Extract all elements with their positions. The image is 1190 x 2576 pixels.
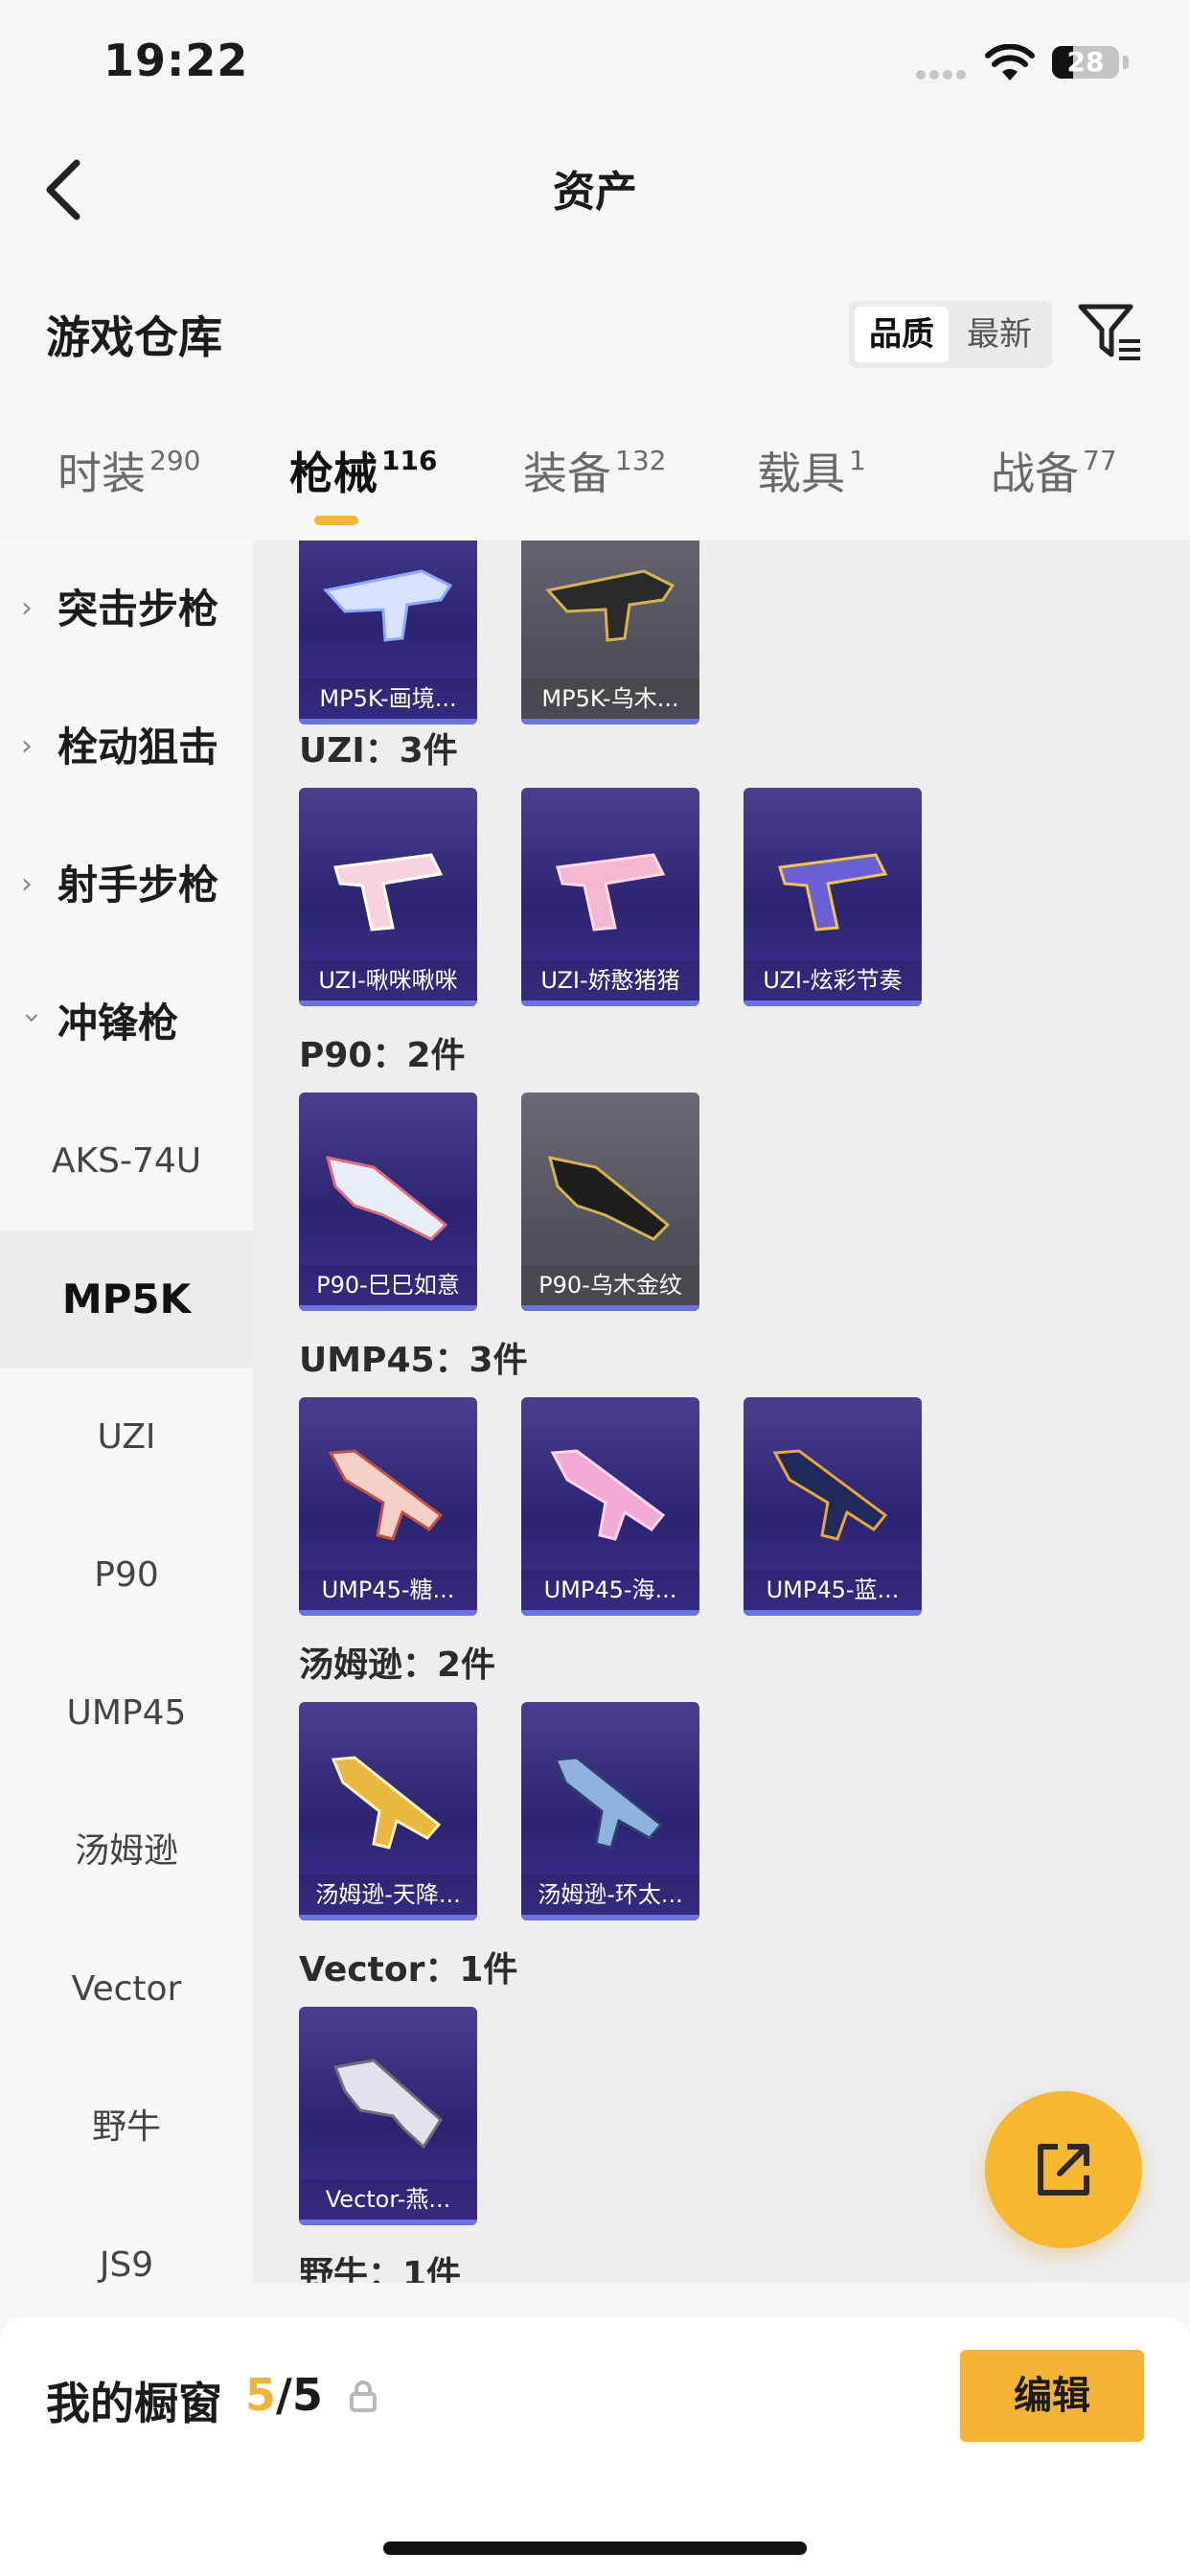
weapon-card[interactable]: P90-乌木金纹 bbox=[521, 1092, 699, 1311]
sidebar-category-bolt-sniper[interactable]: › 栓动狙击 bbox=[0, 678, 253, 816]
active-tab-indicator bbox=[314, 516, 358, 525]
sort-option-quality[interactable]: 品质 bbox=[855, 307, 949, 362]
smg-skin-icon bbox=[553, 1756, 664, 1850]
weapon-card[interactable]: P90-巳巳如意 bbox=[299, 1092, 477, 1311]
filter-icon[interactable] bbox=[1077, 301, 1144, 364]
smg-skin-icon bbox=[332, 2058, 443, 2150]
sidebar-item-aks74u[interactable]: AKS-74U bbox=[0, 1092, 253, 1230]
weapon-grid: MP5K-画境... MP5K-乌木... UZI：3件 UZI-啾咪啾咪 UZ… bbox=[253, 540, 1190, 2283]
share-button[interactable] bbox=[985, 2091, 1142, 2248]
weapon-card[interactable]: UZI-娇憨猪猪 bbox=[521, 788, 699, 1006]
sidebar-category-assault-rifle[interactable]: › 突击步枪 bbox=[0, 540, 253, 678]
weapon-card[interactable]: UMP45-蓝... bbox=[744, 1397, 922, 1616]
chevron-right-icon: › bbox=[21, 729, 33, 763]
status-bar: 19:22 28 bbox=[0, 0, 1190, 134]
weapon-type-sidebar: › 突击步枪 › 栓动狙击 › 射手步枪 › 冲锋枪 AKS-74U MP5K … bbox=[0, 540, 253, 2283]
smg-skin-icon bbox=[325, 1156, 448, 1241]
tab-vehicles[interactable]: 载具 1 bbox=[757, 439, 866, 539]
share-external-icon bbox=[1038, 2144, 1089, 2196]
cellular-signal-icon bbox=[916, 65, 970, 80]
wifi-icon bbox=[985, 44, 1035, 80]
status-time: 19:22 bbox=[103, 34, 249, 86]
smg-skin-icon bbox=[545, 569, 675, 642]
showcase-count: 5/5 bbox=[245, 2369, 323, 2421]
sidebar-category-marksman-rifle[interactable]: › 射手步枪 bbox=[0, 816, 253, 954]
weapon-card[interactable]: MP5K-乌木... bbox=[521, 540, 699, 724]
sidebar-category-smg[interactable]: › 冲锋枪 bbox=[0, 954, 253, 1092]
smg-skin-icon bbox=[772, 1449, 888, 1541]
chevron-down-icon: › bbox=[15, 1012, 49, 1024]
weapon-card[interactable]: UZI-炫彩节奏 bbox=[744, 788, 922, 1006]
tab-equipment[interactable]: 装备 132 bbox=[523, 439, 666, 539]
home-indicator bbox=[383, 2542, 807, 2555]
sidebar-item-js9[interactable]: JS9 bbox=[0, 2196, 253, 2283]
sidebar-item-uzi[interactable]: UZI bbox=[0, 1368, 253, 1506]
sidebar-item-mp5k[interactable]: MP5K bbox=[0, 1230, 253, 1368]
weapon-card[interactable]: UMP45-糖... bbox=[299, 1397, 477, 1616]
sidebar-item-thompson[interactable]: 汤姆逊 bbox=[0, 1782, 253, 1920]
lock-icon bbox=[350, 2380, 377, 2412]
weapon-card[interactable]: MP5K-画境... bbox=[299, 540, 477, 724]
sort-option-newest[interactable]: 最新 bbox=[952, 307, 1046, 362]
weapon-card[interactable]: UZI-啾咪啾咪 bbox=[299, 788, 477, 1006]
smg-skin-icon bbox=[550, 1449, 666, 1541]
group-title-ump45: UMP45：3件 bbox=[299, 1341, 528, 1380]
tab-supplies[interactable]: 战备 77 bbox=[991, 439, 1117, 539]
tab-firearms[interactable]: 枪械 116 bbox=[289, 439, 437, 539]
weapon-card[interactable]: UMP45-海... bbox=[521, 1397, 699, 1616]
group-title-uzi: UZI：3件 bbox=[299, 731, 458, 770]
tab-fashion[interactable]: 时装 290 bbox=[57, 439, 200, 539]
section-title: 游戏仓库 bbox=[46, 311, 222, 363]
sidebar-item-p90[interactable]: P90 bbox=[0, 1506, 253, 1644]
category-tabs: 时装 290 枪械 116 装备 132 载具 1 战备 77 bbox=[0, 439, 1190, 539]
smg-skin-icon bbox=[556, 853, 666, 932]
chevron-right-icon: › bbox=[21, 591, 33, 625]
sidebar-item-bizon[interactable]: 野牛 bbox=[0, 2058, 253, 2196]
smg-skin-icon bbox=[547, 1156, 671, 1241]
battery-level: 28 bbox=[1066, 46, 1105, 78]
battery-icon: 28 bbox=[1052, 46, 1119, 79]
smg-skin-icon bbox=[328, 1449, 444, 1541]
group-title-thompson: 汤姆逊：2件 bbox=[299, 1645, 496, 1685]
group-title-bizon: 野牛：1件 bbox=[299, 2255, 462, 2283]
weapon-card[interactable]: 汤姆逊-环太... bbox=[521, 1702, 699, 1920]
group-title-p90: P90：2件 bbox=[299, 1036, 466, 1075]
smg-skin-icon bbox=[333, 853, 444, 932]
smg-skin-icon bbox=[331, 1756, 442, 1850]
sidebar-item-vector[interactable]: Vector bbox=[0, 1920, 253, 2058]
sidebar-item-ump45[interactable]: UMP45 bbox=[0, 1644, 253, 1782]
page-title: 资产 bbox=[553, 168, 637, 217]
showcase-label: 我的橱窗 bbox=[46, 2378, 222, 2429]
chevron-right-icon: › bbox=[21, 867, 33, 901]
group-title-vector: Vector：1件 bbox=[299, 1950, 518, 1990]
smg-skin-icon bbox=[778, 853, 888, 932]
weapon-card[interactable]: Vector-燕... bbox=[299, 2007, 477, 2225]
showcase-bar: 我的橱窗 5/5 编辑 bbox=[0, 2317, 1190, 2576]
weapon-card[interactable]: 汤姆逊-天降... bbox=[299, 1702, 477, 1920]
sort-toggle: 品质 最新 bbox=[849, 301, 1052, 368]
smg-skin-icon bbox=[323, 569, 453, 642]
edit-button[interactable]: 编辑 bbox=[960, 2350, 1144, 2442]
